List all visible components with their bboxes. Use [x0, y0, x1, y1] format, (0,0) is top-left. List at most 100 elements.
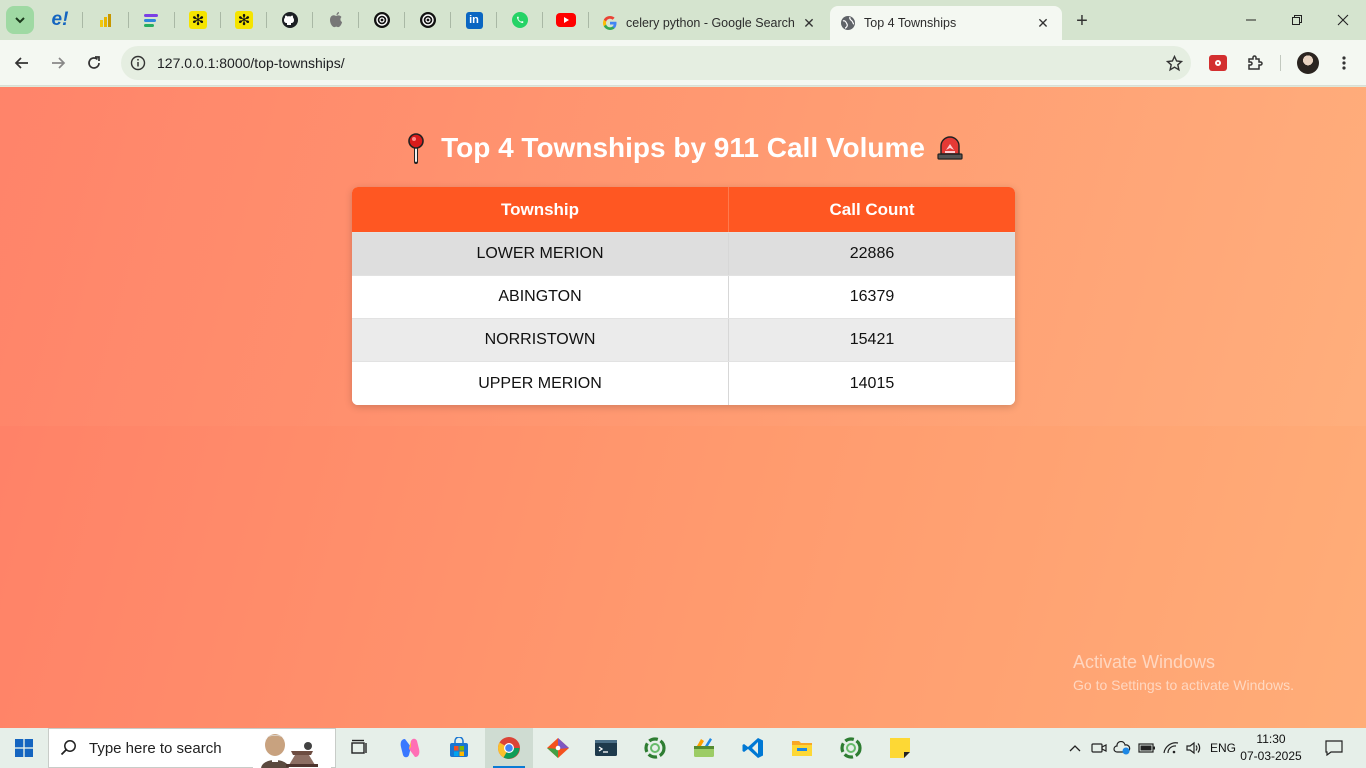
tab-strip: e! ✻ ✻ in celery python - Google Search … [0, 0, 1366, 40]
taskbar-sync-app-2[interactable] [827, 728, 875, 768]
separator [174, 12, 175, 28]
restore-icon [1292, 15, 1302, 25]
pinned-asterisk-1[interactable]: ✻ [181, 6, 215, 34]
taskbar-sticky-notes[interactable] [876, 728, 924, 768]
page-content: Top 4 Townships by 911 Call Volume Towns… [0, 87, 1366, 728]
clock-time: 11:30 [1256, 732, 1286, 746]
taskbar-chrome[interactable] [485, 728, 533, 768]
url-text[interactable]: 127.0.0.1:8000/top-townships/ [157, 55, 1157, 71]
pinned-emagister[interactable]: e! [43, 6, 77, 34]
taskbar-clock[interactable]: 11:30 07-03-2025 [1240, 731, 1302, 765]
minimize-button[interactable] [1228, 0, 1274, 40]
pinned-github[interactable] [273, 6, 307, 34]
close-icon[interactable]: ✕ [800, 14, 818, 32]
show-hidden-icons-button[interactable] [1064, 728, 1086, 768]
git-icon [547, 738, 569, 758]
reload-button[interactable] [79, 48, 109, 78]
call-count-cell: 22886 [849, 245, 895, 262]
pinned-power-bi[interactable] [89, 6, 123, 34]
task-view-icon [351, 739, 367, 754]
separator [312, 12, 313, 28]
tab-top-townships[interactable]: Top 4 Townships ✕ [830, 6, 1062, 40]
taskbar-store[interactable] [435, 728, 483, 768]
pinned-stack[interactable] [134, 6, 168, 34]
tab-search-button[interactable] [6, 6, 34, 34]
call-count-cell: 16379 [849, 288, 895, 305]
table-row: UPPER MERION 14015 [352, 362, 1015, 405]
separator [404, 12, 405, 28]
restore-button[interactable] [1274, 0, 1320, 40]
call-count-cell: 14015 [849, 374, 895, 392]
start-button[interactable] [0, 728, 48, 768]
tray-meet-now[interactable] [1088, 728, 1110, 768]
back-button[interactable] [7, 48, 37, 78]
pinned-openai-1[interactable] [365, 6, 399, 34]
circular-sync-icon [840, 737, 862, 759]
new-tab-button[interactable]: + [1068, 8, 1096, 34]
pinned-whatsapp[interactable] [503, 6, 537, 34]
openai-icon [374, 12, 390, 28]
tray-network[interactable] [1160, 728, 1182, 768]
close-icon[interactable]: ✕ [1034, 14, 1052, 32]
apple-icon [330, 12, 342, 28]
pinned-youtube[interactable] [549, 6, 583, 34]
tray-language[interactable]: ENG [1207, 728, 1239, 768]
separator [358, 12, 359, 28]
taskbar-vscode[interactable] [729, 728, 777, 768]
cloud-icon [1113, 741, 1131, 755]
screen-recorder-icon [1209, 55, 1227, 71]
call-count-cell: 15421 [849, 331, 895, 348]
separator [266, 12, 267, 28]
tray-onedrive[interactable] [1111, 728, 1133, 768]
page-title: Top 4 Townships by 911 Call Volume [441, 132, 925, 163]
notification-center-button[interactable] [1318, 728, 1350, 768]
chevron-down-icon [15, 17, 25, 24]
table-row: LOWER MERION 22886 [352, 233, 1015, 276]
township-cell: LOWER MERION [352, 233, 729, 275]
extensions-button[interactable] [1240, 48, 1270, 78]
sticky-notes-icon [890, 738, 910, 758]
taskbar-git[interactable] [534, 728, 582, 768]
task-view-button[interactable] [336, 728, 384, 768]
address-bar[interactable]: 127.0.0.1:8000/top-townships/ [121, 46, 1191, 80]
search-placeholder: Type here to search [89, 739, 222, 757]
copilot-icon [400, 738, 420, 758]
pinned-apple[interactable] [319, 6, 353, 34]
taskbar-tools[interactable] [680, 728, 728, 768]
reload-icon [88, 56, 100, 69]
pinned-linkedin[interactable]: in [457, 6, 491, 34]
stack-icon [144, 14, 158, 27]
microsoft-store-icon [450, 737, 468, 757]
wifi-icon [1163, 742, 1179, 754]
profile-button[interactable] [1293, 48, 1323, 78]
minimize-icon [1246, 19, 1256, 21]
forward-button[interactable] [43, 48, 73, 78]
openai-icon [420, 12, 436, 28]
tray-volume[interactable] [1183, 728, 1205, 768]
township-cell: ABINGTON [352, 276, 729, 318]
table-row: NORRISTOWN 15421 [352, 319, 1015, 362]
separator [220, 12, 221, 28]
site-info-icon[interactable] [121, 46, 155, 80]
watermark-title: Activate Windows [1073, 652, 1216, 672]
taskbar-terminal[interactable] [582, 728, 630, 768]
menu-button[interactable] [1329, 48, 1359, 78]
search-icon [49, 739, 89, 757]
search-highlight-illustration-icon [253, 729, 331, 768]
pinned-openai-2[interactable] [411, 6, 445, 34]
pinned-asterisk-2[interactable]: ✻ [227, 6, 261, 34]
taskbar: Type here to search ENG 11:30 07-03-2025 [0, 728, 1366, 768]
close-window-button[interactable] [1320, 0, 1366, 40]
tray-battery[interactable] [1136, 728, 1158, 768]
extension-button[interactable] [1203, 48, 1233, 78]
bookmark-star-icon[interactable] [1157, 46, 1191, 80]
battery-icon [1138, 743, 1155, 753]
taskbar-file-explorer[interactable] [778, 728, 826, 768]
tab-google-search[interactable]: celery python - Google Search ✕ [592, 6, 828, 40]
taskbar-search-box[interactable]: Type here to search [48, 728, 336, 768]
asterisk-icon: ✻ [235, 11, 253, 29]
table-header-row: Township Call Count [352, 187, 1015, 233]
chevron-up-icon [1069, 745, 1081, 752]
taskbar-copilot[interactable] [386, 728, 434, 768]
taskbar-sync-app-1[interactable] [631, 728, 679, 768]
